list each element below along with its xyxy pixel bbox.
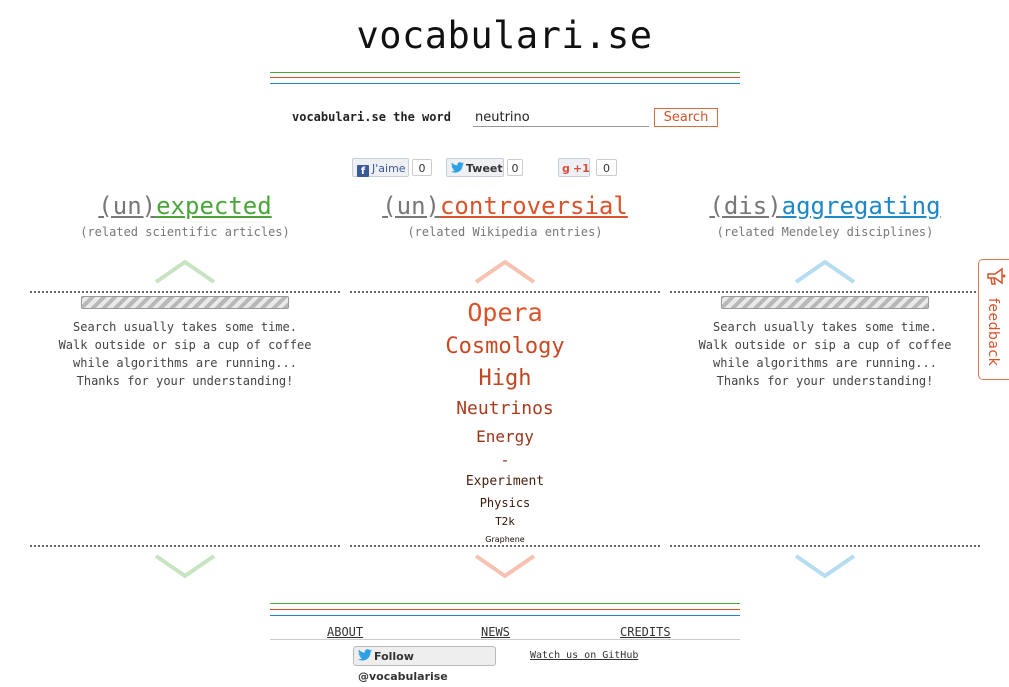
footer-divider-blue (270, 615, 740, 616)
dotted-divider (670, 545, 980, 547)
dotted-divider (30, 291, 340, 293)
footer-divider-green (270, 603, 740, 604)
column-title-controversial[interactable]: (un)controversial (350, 192, 660, 220)
waiting-line: Walk outside or sip a cup of coffee (58, 338, 312, 352)
column-word: expected (156, 192, 272, 220)
footer-divider-orange (270, 609, 740, 610)
column-word: aggregating (781, 192, 941, 220)
waiting-line: Search usually takes some time. (713, 320, 937, 334)
waiting-line: Walk outside or sip a cup of coffee (698, 338, 952, 352)
twitter-bird-icon (451, 162, 466, 175)
word-cloud-item[interactable]: Energy (350, 427, 660, 446)
column-prefix: (dis) (709, 192, 782, 220)
scroll-down-chevron-icon[interactable] (474, 553, 536, 579)
feedback-label: feedback (985, 298, 1001, 367)
word-cloud-item[interactable]: Cosmology (350, 334, 660, 359)
word-cloud-item[interactable]: Neutrinos (350, 398, 660, 419)
tweet-count: 0 (507, 159, 523, 176)
loading-progress-bar (721, 296, 929, 309)
scroll-down-chevron-icon[interactable] (794, 553, 856, 579)
word-cloud-item[interactable]: - (350, 451, 660, 469)
dotted-divider (350, 291, 660, 293)
header-divider-green (270, 72, 740, 73)
tweet-label: Tweet (466, 162, 503, 175)
word-cloud-item[interactable]: Physics (350, 496, 660, 510)
twitter-follow-button[interactable]: Follow @vocabularise (353, 646, 496, 683)
search-button[interactable]: Search (654, 108, 718, 127)
waiting-line: Thanks for your understanding! (76, 374, 294, 388)
scroll-up-chevron-icon[interactable] (474, 259, 536, 285)
waiting-line: while algorithms are running... (713, 356, 937, 370)
column-prefix: (un) (98, 192, 157, 220)
column-subtitle-aggregating: (related Mendeley disciplines) (716, 225, 934, 239)
column-title-expected[interactable]: (un)expected (30, 192, 340, 220)
scroll-up-chevron-icon[interactable] (794, 259, 856, 285)
dotted-divider (30, 545, 340, 547)
waiting-line: Search usually takes some time. (73, 320, 297, 334)
facebook-like-label: J'aime (372, 162, 406, 175)
google-plus-icon: g (562, 162, 570, 175)
column-word: controversial (439, 192, 628, 220)
waiting-line: Thanks for your understanding! (716, 374, 934, 388)
site-title: vocabulari.se (356, 14, 653, 57)
google-plus-label: +1 (572, 162, 590, 175)
dotted-divider (670, 291, 980, 293)
waiting-message: Search usually takes some time. Walk out… (35, 318, 335, 390)
tweet-button[interactable]: Tweet (446, 158, 504, 177)
column-prefix: (un) (382, 192, 440, 220)
scroll-down-chevron-icon[interactable] (154, 553, 216, 579)
column-subtitle-controversial: (related Wikipedia entries) (407, 225, 603, 239)
search-input[interactable] (473, 109, 649, 127)
word-cloud-item[interactable]: Opera (350, 298, 660, 327)
scroll-up-chevron-icon[interactable] (154, 259, 216, 285)
loading-progress-bar (81, 296, 289, 309)
facebook-icon: f (357, 165, 369, 177)
megaphone-icon (987, 267, 1006, 285)
twitter-bird-icon (358, 649, 374, 663)
word-cloud-item[interactable]: T2k (350, 515, 660, 528)
footer-divider-gray (270, 639, 740, 640)
waiting-message: Search usually takes some time. Walk out… (675, 318, 975, 390)
facebook-like-count: 0 (412, 159, 432, 176)
footer-link-about[interactable]: ABOUT (327, 625, 363, 639)
waiting-line: while algorithms are running... (73, 356, 297, 370)
search-label: vocabulari.se the word (292, 110, 451, 124)
dotted-divider (350, 545, 660, 547)
google-plus-button[interactable]: g +1 (558, 158, 590, 177)
google-plus-count: 0 (596, 159, 617, 176)
word-cloud-item[interactable]: High (350, 366, 660, 391)
footer-link-news[interactable]: NEWS (481, 625, 510, 639)
github-link[interactable]: Watch us on GitHub (530, 650, 638, 661)
word-cloud-item[interactable]: Graphene (350, 535, 660, 544)
column-subtitle-expected: (related scientific articles) (80, 225, 290, 239)
word-cloud-item[interactable]: Experiment (350, 474, 660, 489)
column-title-aggregating[interactable]: (dis)aggregating (670, 192, 980, 220)
feedback-tab[interactable]: feedback (978, 259, 1009, 380)
header-divider-blue (270, 83, 740, 84)
footer-link-credits[interactable]: CREDITS (620, 625, 671, 639)
facebook-like-button[interactable]: f J'aime (352, 158, 409, 177)
header-divider-orange (270, 77, 740, 78)
